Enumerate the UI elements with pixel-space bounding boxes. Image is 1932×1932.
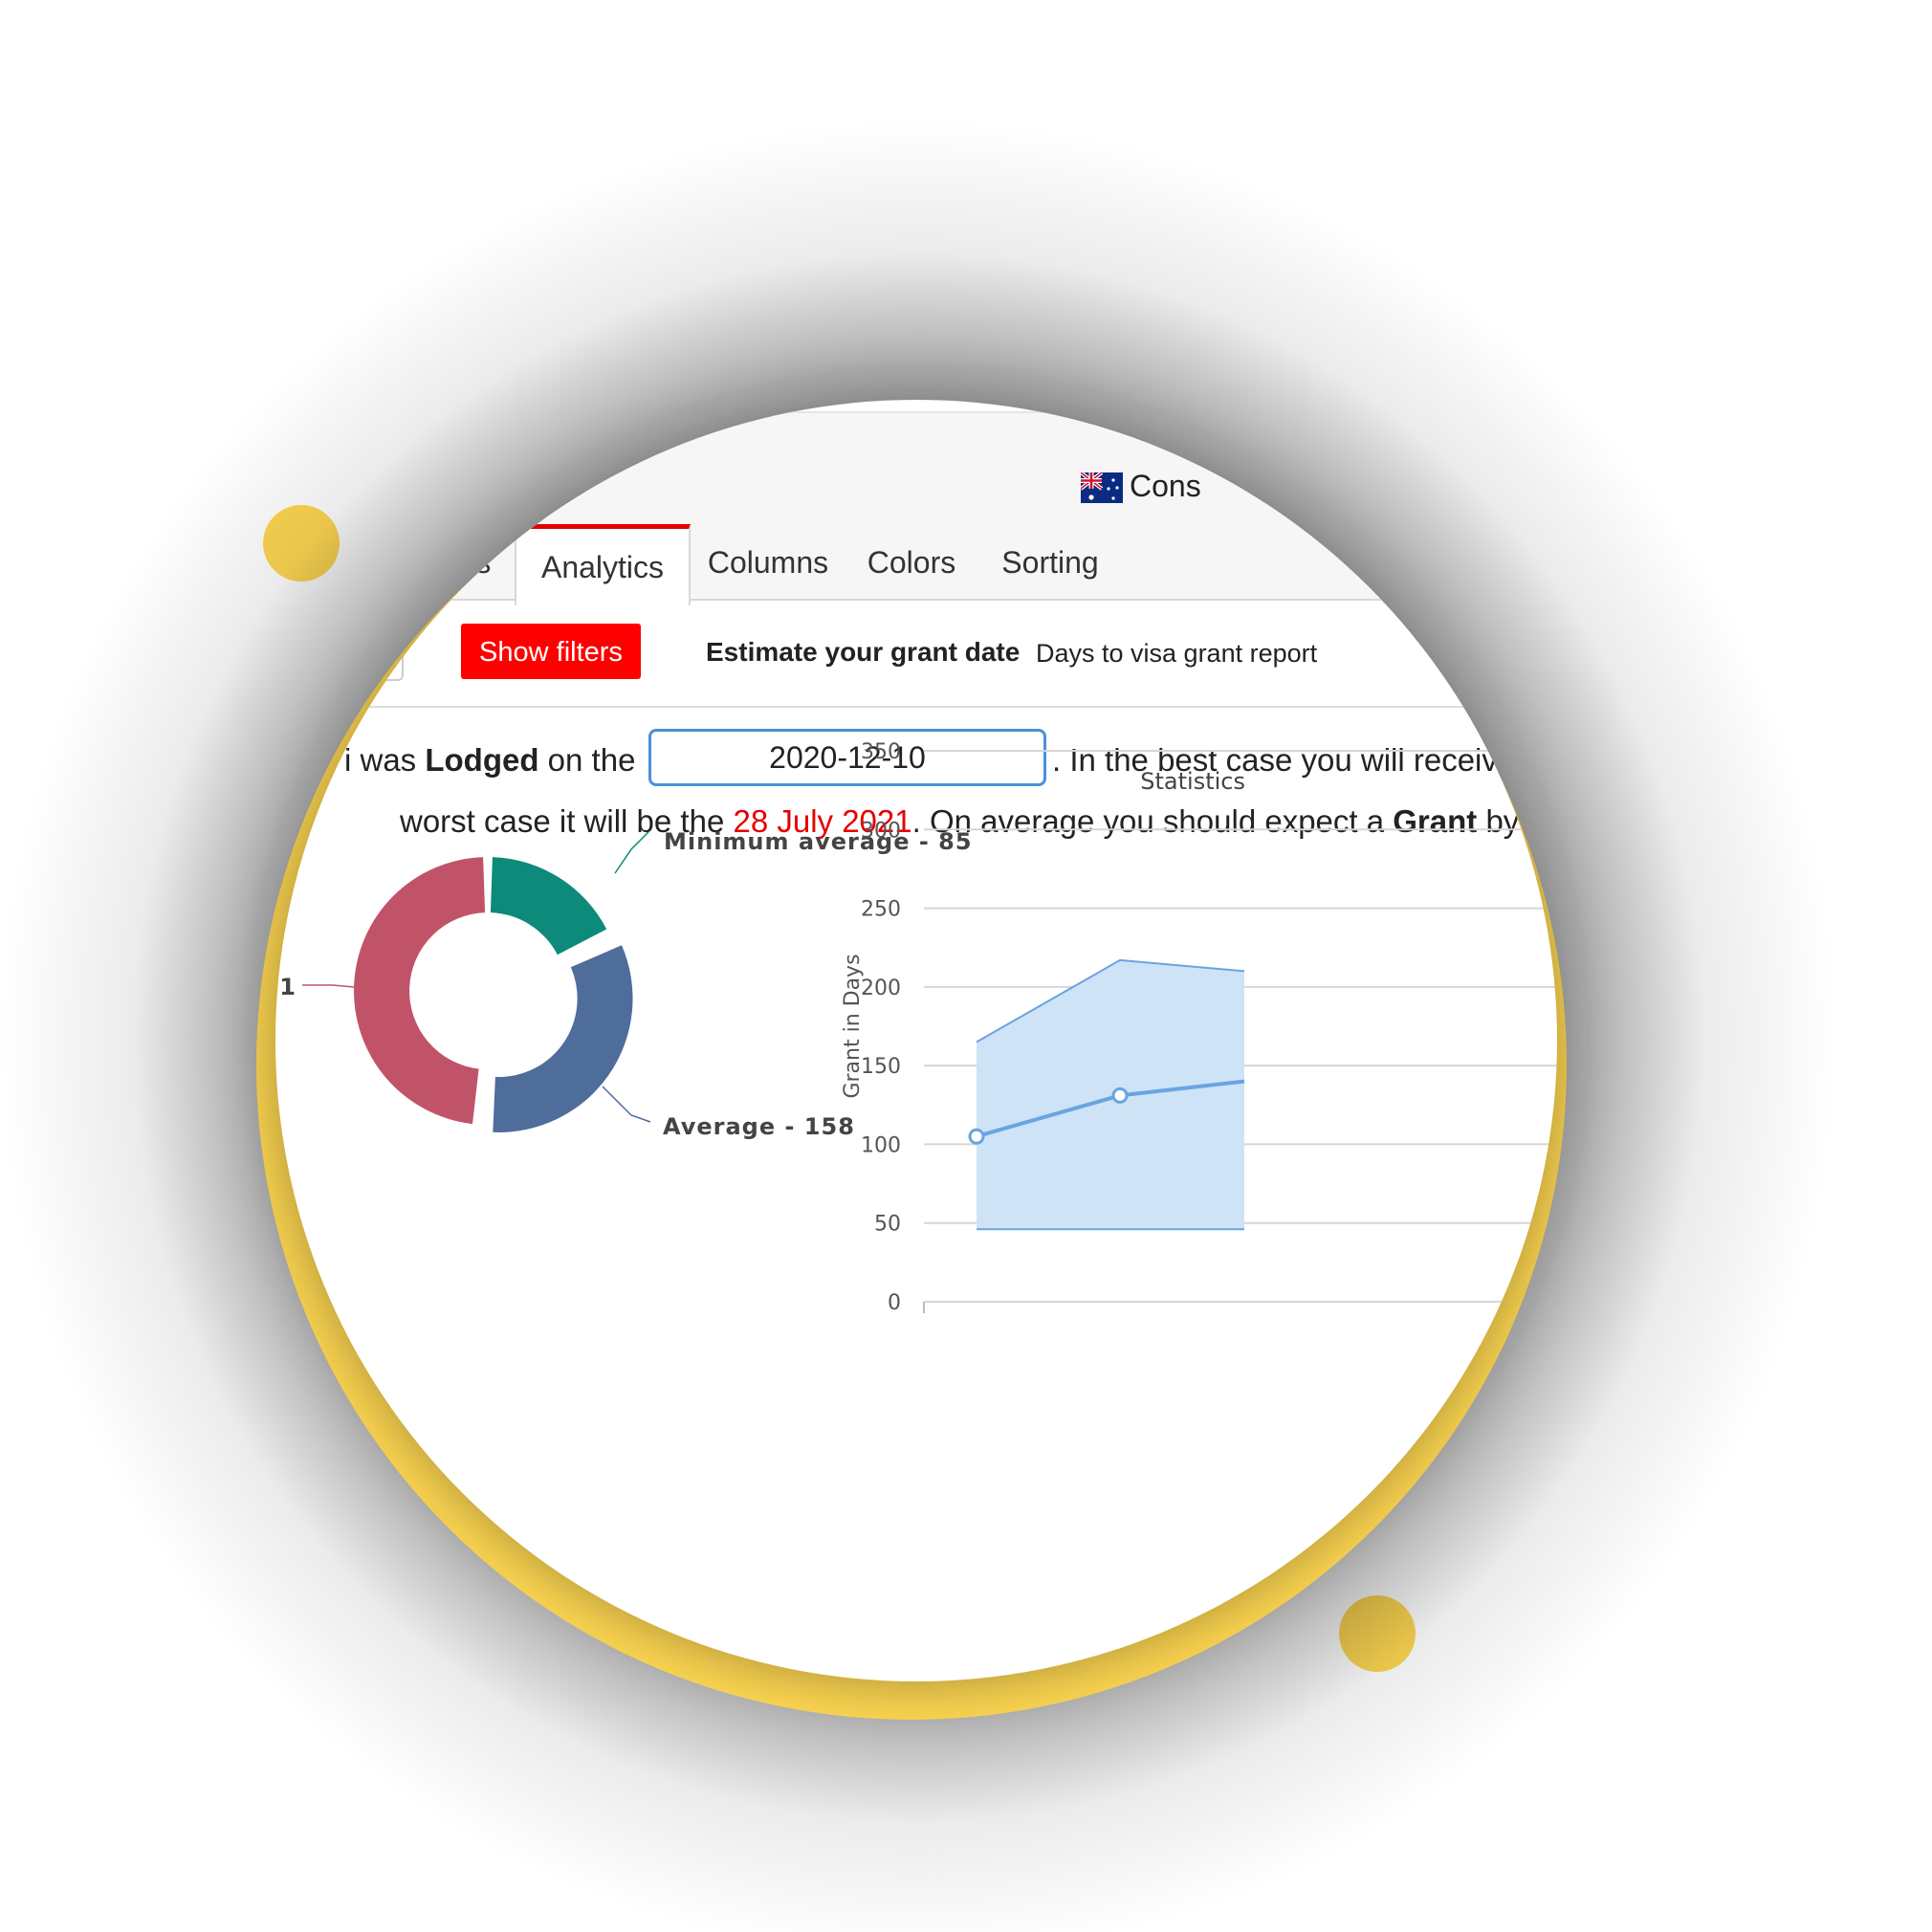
magnified-view: Cons Cases Analytics Columns Colors Sort… (275, 400, 1557, 1681)
donut-slice (353, 857, 486, 1125)
data-point (968, 1128, 985, 1145)
donut-slice (490, 857, 607, 955)
charts-area: Minimum average - 85 Average - 158 231 Stat… (275, 740, 1557, 1315)
slice-leader-line (614, 831, 649, 874)
slice-data-label: Minimum average - 85 (664, 828, 973, 855)
app-window: Cons Cases Analytics Columns Colors Sort… (275, 400, 1557, 1681)
y-tick-label: 350 (861, 740, 901, 764)
slice-data-label: Average - 158 (663, 1113, 855, 1140)
y-tick-label: 100 (861, 1133, 901, 1157)
data-point (1111, 1087, 1129, 1104)
y-tick-label: 0 (888, 1291, 901, 1315)
donut-slice (493, 945, 633, 1132)
y-tick-label: 50 (874, 1213, 901, 1237)
y-tick-label: 200 (861, 977, 901, 1000)
range-area (977, 959, 1244, 1230)
slice-leader-line (302, 984, 355, 988)
y-tick-label: 250 (861, 898, 901, 922)
slice-data-label: 231 (275, 974, 296, 1000)
y-tick-label: 150 (861, 1055, 901, 1079)
y-axis-label: Grant in Days (841, 954, 865, 1098)
chart-title: Statistics (1140, 768, 1245, 795)
y-tick-label: 300 (861, 819, 901, 843)
slice-leader-line (602, 1086, 651, 1123)
